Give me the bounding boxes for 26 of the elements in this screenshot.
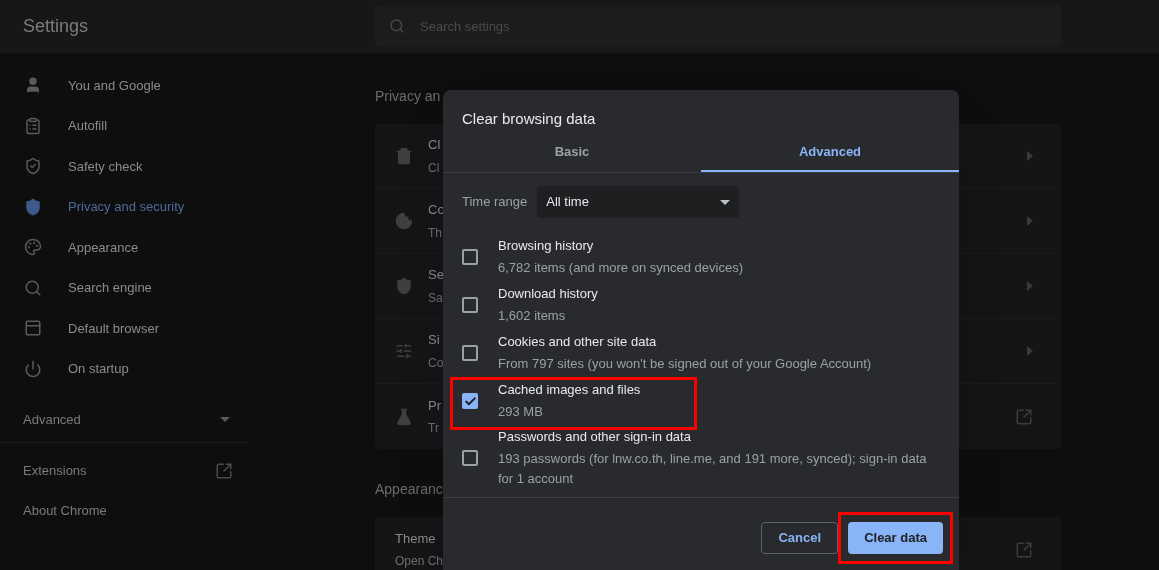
- item-detail: From 797 sites (you won't be signed out of your Google Account): [498, 355, 873, 373]
- row-title: Se: [428, 266, 444, 285]
- row-title: Theme: [395, 529, 436, 548]
- section-title: Privacy an: [375, 87, 441, 106]
- row-title: Pr: [428, 396, 441, 415]
- section-title: Appearanc: [375, 480, 443, 499]
- item-title: Cached images and files: [498, 381, 641, 399]
- item-detail: 6,782 items (and more on synced devices): [498, 259, 744, 277]
- row-title: Si: [428, 331, 440, 350]
- row-subtitle: Th: [428, 224, 442, 242]
- item-title: Cookies and other site data: [498, 333, 657, 351]
- row-subtitle: Sa: [428, 289, 443, 307]
- item-title: Download history: [498, 285, 598, 303]
- row-title: Cl: [428, 136, 441, 155]
- row-subtitle: Tr: [428, 420, 439, 438]
- item-detail: 1,602 items: [498, 307, 567, 325]
- dialog-title: Clear browsing data: [461, 109, 596, 129]
- row-subtitle: Open Ch: [395, 553, 444, 570]
- item-title: Browsing history: [498, 237, 594, 255]
- item-title: Passwords and other sign-in data: [498, 428, 691, 446]
- row-subtitle: Co: [428, 354, 444, 372]
- page-title: Settings: [23, 15, 89, 36]
- row-subtitle: Cl: [428, 159, 440, 177]
- time-range-label: Time range: [462, 193, 528, 212]
- item-detail: 293 MB: [498, 403, 544, 421]
- item-detail: 193 passwords (for lnw.co.th, line.me, and 191 more, synced); sign-in data for 1 account: [498, 450, 928, 488]
